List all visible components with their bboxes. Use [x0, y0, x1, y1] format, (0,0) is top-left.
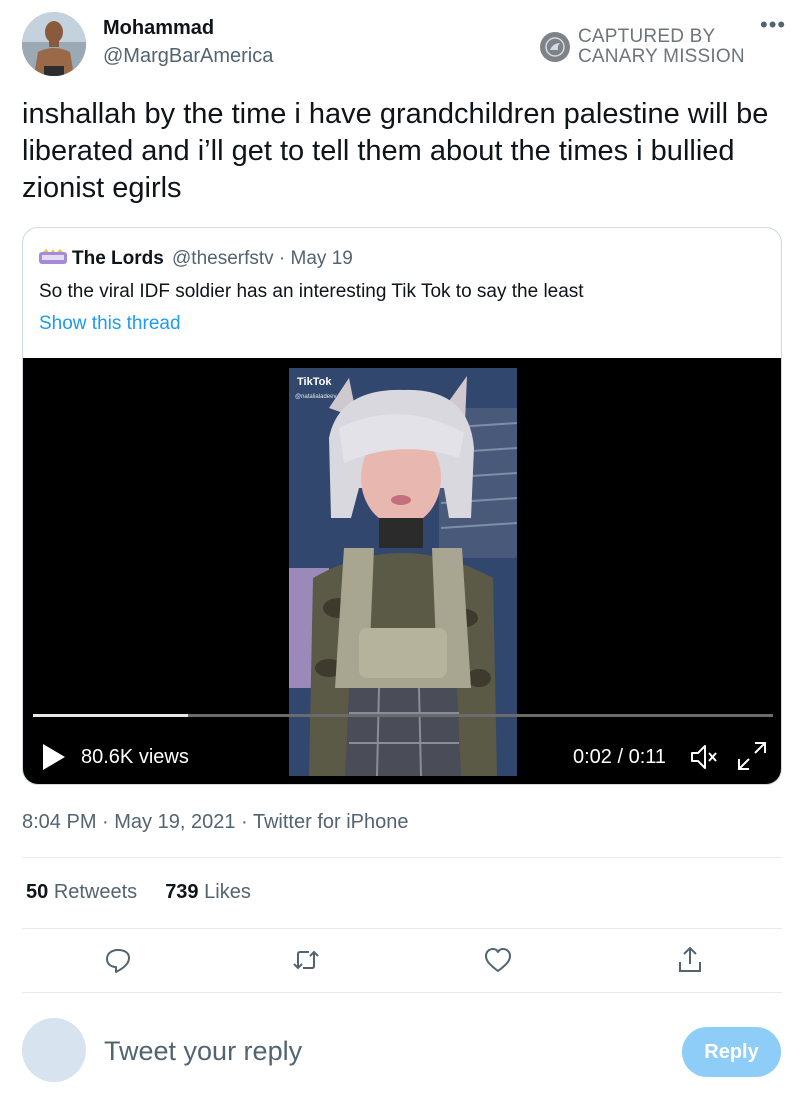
- likes-stat[interactable]: 739 Likes: [165, 881, 251, 904]
- quoted-text: So the viral IDF soldier has an interest…: [39, 281, 584, 302]
- author-display-name[interactable]: Mohammad: [103, 17, 214, 40]
- watermark-text: CAPTURED BY CANARY MISSION: [578, 27, 745, 67]
- quoted-display-name[interactable]: The Lords: [72, 248, 164, 270]
- tweet-timestamp[interactable]: 8:04 PM · May 19, 2021 · Twitter for iPh…: [22, 811, 408, 834]
- quoted-author-avatar-icon[interactable]: [39, 249, 67, 267]
- divider: [22, 857, 782, 858]
- divider: [22, 992, 782, 993]
- reply-button[interactable]: Reply: [682, 1027, 781, 1077]
- current-user-avatar: [22, 1018, 86, 1082]
- play-icon[interactable]: [43, 744, 65, 770]
- video-player[interactable]: TikTok @natalialadeev 80.6K views 0:02 /…: [23, 358, 781, 784]
- video-views: 80.6K views: [81, 746, 189, 768]
- quoted-meta: @theserfstv · May 19: [172, 248, 353, 269]
- profile-photo-icon: [22, 12, 86, 76]
- reply-icon[interactable]: [102, 944, 134, 976]
- retweets-count: 50: [26, 881, 49, 903]
- tweet-stats: 50 Retweets 739 Likes: [26, 881, 251, 904]
- watermark-line-2: CANARY MISSION: [578, 46, 745, 67]
- fullscreen-icon[interactable]: [735, 739, 769, 773]
- watermark-line-1: CAPTURED BY: [578, 26, 716, 47]
- tweet-text: inshallah by the time i have grandchildr…: [22, 98, 769, 204]
- author-avatar[interactable]: [22, 12, 86, 76]
- retweet-icon[interactable]: [290, 944, 322, 976]
- quoted-tweet[interactable]: The Lords @theserfstv · May 19 So the vi…: [22, 227, 782, 785]
- capture-watermark: CAPTURED BY CANARY MISSION: [540, 27, 745, 67]
- mute-icon[interactable]: [688, 741, 720, 773]
- likes-label: Likes: [204, 881, 251, 903]
- author-handle[interactable]: @MargBarAmerica: [103, 45, 273, 68]
- canary-mission-logo-icon: [540, 32, 570, 62]
- video-progress-bar[interactable]: [33, 714, 773, 717]
- retweets-label: Retweets: [53, 881, 138, 903]
- like-icon[interactable]: [482, 944, 514, 976]
- retweets-stat[interactable]: 50 Retweets: [26, 881, 137, 904]
- share-icon[interactable]: [674, 944, 706, 976]
- tiktok-username: @natalialadeev: [295, 394, 337, 400]
- reply-input[interactable]: [104, 1036, 604, 1067]
- divider: [22, 928, 782, 929]
- video-time: 0:02 / 0:11: [573, 746, 667, 768]
- show-thread-link[interactable]: Show this thread: [39, 313, 181, 335]
- more-options-icon[interactable]: •••: [760, 12, 786, 38]
- video-progress-fill: [33, 714, 189, 717]
- tiktok-watermark: TikTok: [297, 376, 332, 388]
- likes-count: 739: [165, 881, 199, 903]
